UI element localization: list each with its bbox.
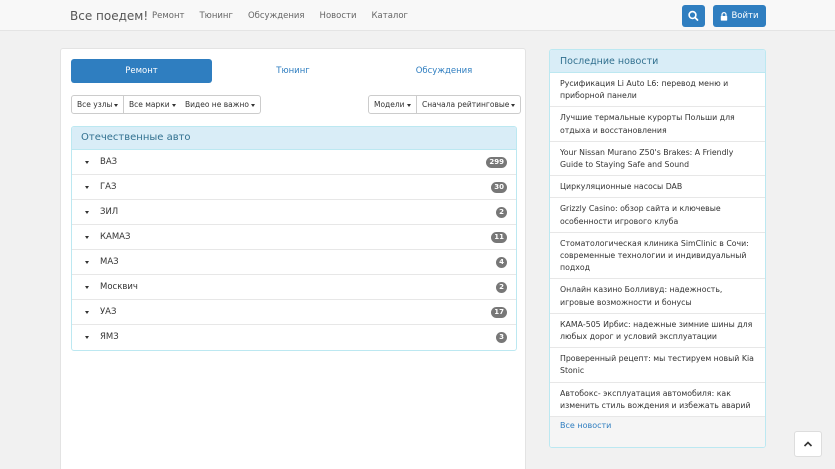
brands-dropdown[interactable]: Все марки (124, 95, 182, 114)
nodes-dropdown-label: Все узлы (77, 100, 113, 109)
news-item[interactable]: Grizzly Casino: обзор сайта и ключевые о… (550, 198, 765, 233)
chevron-down-icon (114, 103, 119, 107)
count-badge: 3 (496, 332, 507, 343)
news-item[interactable]: Лучшие термальные курорты Польши для отд… (550, 107, 765, 142)
all-news-link[interactable]: Все новости (560, 421, 611, 430)
brand-name: ЯМЗ (100, 332, 119, 342)
list-item[interactable]: КАМАЗ 11 (72, 225, 516, 250)
caret-down-icon (85, 211, 89, 214)
count-badge: 299 (486, 157, 507, 168)
login-label: Войти (731, 11, 759, 21)
news-item[interactable]: Циркуляционные насосы DAB (550, 176, 765, 199)
count-badge: 17 (491, 307, 507, 318)
latest-news-panel: Последние новости Русификация Li Auto L6… (549, 49, 766, 449)
nav-links: Ремонт Тюнинг Обсуждения Новости Каталог (152, 11, 423, 21)
section-tabs: Ремонт Тюнинг Обсуждения (71, 59, 517, 83)
models-dropdown[interactable]: Модели (368, 95, 417, 114)
chevron-up-icon (803, 441, 813, 447)
tab-tuning[interactable]: Тюнинг (220, 59, 366, 83)
caret-down-icon (85, 186, 89, 189)
login-button[interactable]: Войти (713, 5, 766, 27)
all-news-footer: Все новости (550, 417, 765, 448)
count-badge: 2 (496, 207, 507, 218)
news-item[interactable]: Русификация Li Auto L6: перевод меню и п… (550, 73, 765, 108)
count-badge: 30 (491, 182, 507, 193)
news-item[interactable]: Your Nissan Murano Z50's Brakes: A Frien… (550, 142, 765, 177)
list-item[interactable]: ВАЗ 299 (72, 150, 516, 175)
news-item[interactable]: Стоматологическая клиника SimClinic в Со… (550, 233, 765, 280)
caret-down-icon (85, 311, 89, 314)
nav-link-tuning[interactable]: Тюнинг (199, 11, 232, 21)
top-navbar: Все поедем! Ремонт Тюнинг Обсуждения Нов… (0, 0, 835, 31)
chevron-down-icon (250, 103, 255, 107)
models-dropdown-label: Модели (374, 100, 405, 109)
nav-link-repair[interactable]: Ремонт (152, 11, 184, 21)
video-dropdown-label: Видео не важно (185, 100, 249, 109)
list-item[interactable]: ГАЗ 30 (72, 175, 516, 200)
caret-down-icon (85, 161, 89, 164)
list-item[interactable]: ЗИЛ 2 (72, 200, 516, 225)
brand-name: ЗИЛ (100, 207, 119, 217)
list-item[interactable]: УАЗ 17 (72, 300, 516, 325)
nav-link-discussions[interactable]: Обсуждения (248, 11, 305, 21)
list-item[interactable]: МАЗ 4 (72, 250, 516, 275)
brand-logo[interactable]: Все поедем! (70, 9, 148, 23)
search-icon (688, 10, 699, 21)
caret-down-icon (85, 286, 89, 289)
brands-dropdown-label: Все марки (129, 100, 170, 109)
count-badge: 4 (496, 257, 507, 268)
count-badge: 11 (491, 232, 507, 243)
news-item[interactable]: Автобокс- эксплуатация автомобиля: как и… (550, 383, 765, 418)
list-item[interactable]: Москвич 2 (72, 275, 516, 300)
panel-title: Отечественные авто (72, 127, 516, 150)
brand-name: МАЗ (100, 257, 119, 267)
domestic-cars-panel: Отечественные авто ВАЗ 299 ГАЗ 30 ЗИЛ 2 КАМ… (71, 126, 517, 351)
nodes-dropdown[interactable]: Все узлы (71, 95, 125, 114)
news-item[interactable]: Онлайн казино Болливуд: надежность, игро… (550, 279, 765, 314)
list-item[interactable]: ЯМЗ 3 (72, 325, 516, 350)
brand-name: ВАЗ (100, 157, 118, 167)
caret-down-icon (85, 236, 89, 239)
chevron-down-icon (171, 103, 176, 107)
caret-down-icon (85, 336, 89, 339)
brand-name: Москвич (100, 282, 138, 292)
video-dropdown[interactable]: Видео не важно (180, 95, 261, 114)
search-button[interactable] (682, 5, 705, 27)
nav-link-news[interactable]: Новости (320, 11, 357, 21)
sort-dropdown-label: Сначала рейтинговые (422, 100, 510, 109)
scroll-to-top-button[interactable] (794, 431, 822, 457)
sort-dropdown[interactable]: Сначала рейтинговые (417, 95, 522, 114)
brand-name: КАМАЗ (100, 232, 131, 242)
caret-down-icon (85, 261, 89, 264)
brand-name: ГАЗ (100, 182, 117, 192)
lock-icon (721, 11, 728, 21)
news-item[interactable]: Проверенный рецепт: мы тестируем новый K… (550, 348, 765, 383)
tab-repair[interactable]: Ремонт (71, 59, 212, 83)
chevron-down-icon (511, 103, 516, 107)
brand-name: УАЗ (100, 307, 117, 317)
news-item[interactable]: КАМА-505 Ирбис: надежные зимние шины для… (550, 314, 765, 349)
nav-link-catalog[interactable]: Каталог (372, 11, 409, 21)
chevron-down-icon (406, 103, 411, 107)
main-card: Ремонт Тюнинг Обсуждения Все узлы Все ма… (60, 48, 526, 469)
news-panel-title: Последние новости (550, 50, 765, 73)
tab-discussions[interactable]: Обсуждения (371, 59, 517, 83)
count-badge: 2 (496, 282, 507, 293)
